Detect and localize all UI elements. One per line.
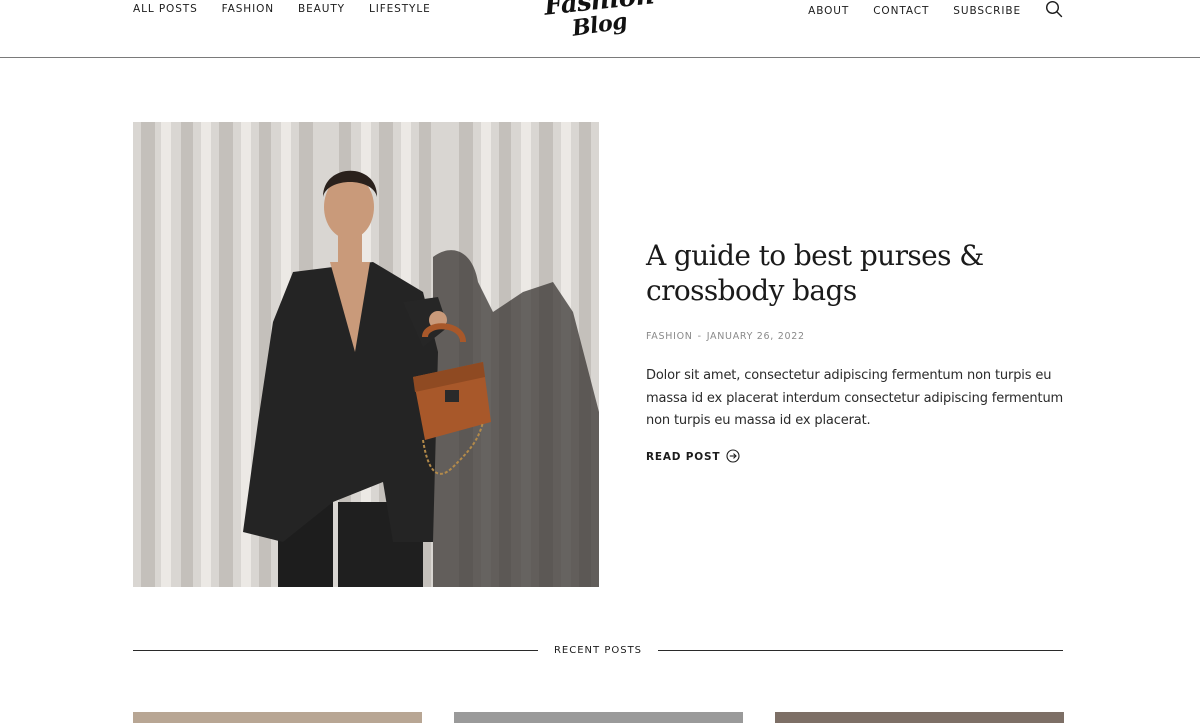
- model-with-handbag-photo: [133, 122, 599, 587]
- featured-post: A guide to best purses & crossbody bags …: [646, 238, 1066, 466]
- divider-line-right: [658, 649, 1064, 651]
- recent-post-image-2[interactable]: [454, 712, 743, 723]
- nav-lifestyle[interactable]: LIFESTYLE: [369, 3, 431, 15]
- site-logo[interactable]: Fashion Blog: [534, 0, 666, 44]
- nav-all-posts[interactable]: ALL POSTS: [133, 3, 198, 15]
- recent-post-image-3[interactable]: [775, 712, 1064, 723]
- nav-contact[interactable]: CONTACT: [873, 5, 929, 17]
- secondary-nav: ABOUT CONTACT SUBSCRIBE: [808, 0, 1063, 18]
- featured-post-meta: FASHION - JANUARY 26, 2022: [646, 331, 1066, 342]
- recent-post-image-1[interactable]: [133, 712, 422, 723]
- read-post-link[interactable]: READ POST: [646, 448, 740, 466]
- post-category[interactable]: FASHION: [646, 331, 693, 342]
- featured-post-title[interactable]: A guide to best purses & crossbody bags: [646, 238, 1066, 308]
- nav-about[interactable]: ABOUT: [808, 5, 849, 17]
- site-header: ALL POSTS FASHION BEAUTY LIFESTYLE Fashi…: [0, 0, 1200, 58]
- meta-separator: -: [697, 331, 702, 342]
- divider-line-left: [133, 649, 538, 651]
- post-date: JANUARY 26, 2022: [706, 331, 805, 342]
- arrow-circle-right-icon: [726, 448, 740, 466]
- nav-subscribe[interactable]: SUBSCRIBE: [953, 5, 1021, 17]
- nav-fashion[interactable]: FASHION: [222, 3, 274, 15]
- featured-post-image[interactable]: [133, 122, 599, 587]
- recent-posts-heading: RECENT POSTS: [133, 640, 1064, 660]
- nav-beauty[interactable]: BEAUTY: [298, 3, 345, 15]
- featured-post-excerpt: Dolor sit amet, consectetur adipiscing f…: [646, 368, 1064, 428]
- recent-posts-label: RECENT POSTS: [553, 644, 643, 656]
- read-post-label: READ POST: [646, 451, 721, 463]
- primary-nav: ALL POSTS FASHION BEAUTY LIFESTYLE: [133, 3, 455, 15]
- search-icon[interactable]: [1045, 0, 1063, 18]
